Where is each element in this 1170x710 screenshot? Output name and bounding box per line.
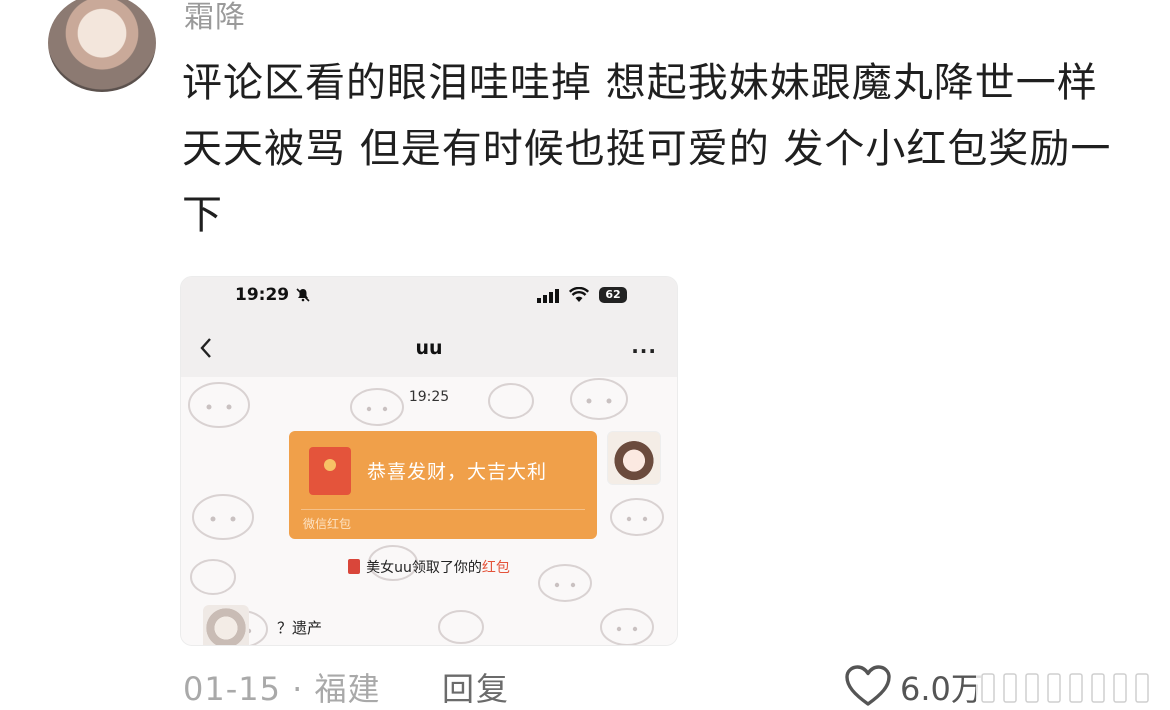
- reply-button[interactable]: 回复: [442, 664, 510, 710]
- more-options-icon[interactable]: ···: [631, 339, 657, 363]
- system-message: 美女uu领取了你的红包: [181, 557, 677, 577]
- chat-nav-bar: uu ···: [181, 321, 677, 377]
- commenter-avatar[interactable]: [48, 0, 156, 92]
- meta-separator: ·: [292, 670, 304, 708]
- comment-meta: 01-15 · 福建: [183, 664, 381, 710]
- chat-area: 19:25 恭喜发财，大吉大利 微信红包 美女uu领取了你的红包 ？遗产: [181, 377, 677, 645]
- red-packet-link[interactable]: 红包: [482, 560, 510, 576]
- wifi-icon: [569, 287, 589, 302]
- attached-screenshot[interactable]: 19:29 62 uu ··· 19:25 恭喜发财，大吉大利 微信红包 美女u…: [180, 276, 678, 646]
- cellular-signal-icon: [537, 289, 559, 303]
- red-packet-divider: [301, 509, 585, 510]
- commenter-username[interactable]: 霜降: [184, 0, 246, 36]
- comment-location: 福建: [314, 670, 381, 708]
- comment-text: 评论区看的眼泪哇哇掉 想起我妹妹跟魔丸降世一样 天天被骂 但是有时候也挺可爱的 …: [182, 60, 1112, 238]
- heart-icon[interactable]: [844, 664, 892, 708]
- sender-avatar[interactable]: [607, 431, 661, 485]
- mute-bell-icon: [296, 288, 310, 302]
- watermark-overlay: [976, 668, 1162, 708]
- red-packet-icon: [309, 447, 351, 495]
- red-packet-label: 微信红包: [303, 517, 352, 531]
- phone-status-time: 19:29: [235, 285, 290, 305]
- message-timestamp: 19:25: [408, 389, 450, 405]
- chat-message: ？遗产: [277, 619, 323, 637]
- battery-indicator: 62: [599, 287, 627, 303]
- like-count: 6.0万: [900, 670, 983, 708]
- small-red-packet-icon: [348, 559, 361, 574]
- comment-date: 01-15: [183, 670, 281, 708]
- system-message-text: 美女uu领取了你的: [366, 560, 482, 576]
- chat-title: uu: [415, 337, 443, 359]
- receiver-avatar[interactable]: [203, 605, 249, 645]
- red-packet-message[interactable]: 恭喜发财，大吉大利 微信红包: [289, 431, 597, 539]
- red-packet-title: 恭喜发财，大吉大利: [367, 461, 548, 483]
- phone-status-bar: 19:29 62: [181, 277, 677, 321]
